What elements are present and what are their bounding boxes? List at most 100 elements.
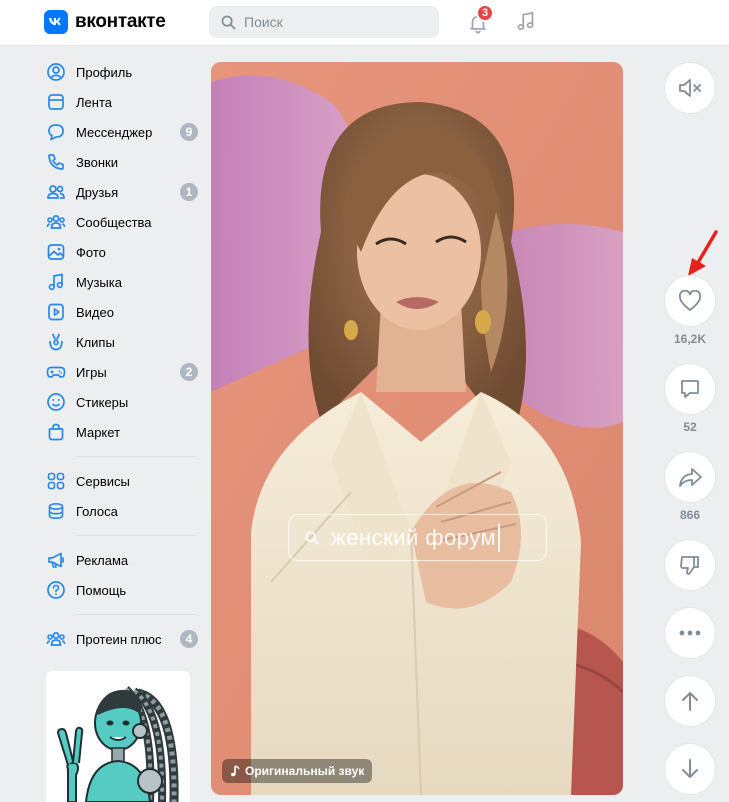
help-icon <box>46 580 66 600</box>
communities-icon <box>46 212 66 232</box>
comments-count: 52 <box>683 420 697 434</box>
search-icon <box>305 531 319 544</box>
left-sidebar: Профиль Лента Мессенджер 9 Звонки Друзья 1 Сооб… <box>44 57 198 654</box>
sidebar-item-music[interactable]: Музыка <box>44 267 196 297</box>
likes-count: 16,2K <box>673 332 707 346</box>
robot-girl-sticker <box>56 686 179 802</box>
sidebar-item-friends[interactable]: Друзья 1 <box>44 177 198 207</box>
sidebar-item-smile[interactable]: Стикеры <box>44 387 196 417</box>
sidebar-item-label: Друзья <box>76 184 119 200</box>
share-arrow-icon <box>679 468 702 487</box>
vk-logo-icon <box>44 10 68 34</box>
sidebar-item-label: Голоса <box>76 503 118 519</box>
notification-badge: 3 <box>476 4 494 22</box>
sidebar-item-label: Помощь <box>76 582 127 598</box>
video-icon <box>46 302 66 322</box>
search-placeholder: Поиск <box>244 14 283 30</box>
more-dots-icon <box>679 630 701 636</box>
original-sound-chip[interactable]: Оригинальный звук <box>222 759 373 783</box>
clips-icon <box>46 332 66 352</box>
mute-button[interactable] <box>665 63 715 113</box>
gamepad-icon <box>46 362 66 382</box>
sidebar-divider <box>76 535 196 536</box>
sidebar-item-label: Маркет <box>76 424 121 440</box>
previous-clip-button[interactable] <box>665 676 715 726</box>
music-note-icon <box>230 765 240 777</box>
arrow-up-icon <box>682 692 698 711</box>
text-caret <box>498 523 501 552</box>
overlay-search-text: женский форум <box>331 524 497 550</box>
vk-logo[interactable]: вконтакте <box>44 10 166 34</box>
sidebar-item-communities[interactable]: Протеин плюс 4 <box>44 624 198 654</box>
sidebar-item-label: Игры <box>76 364 107 380</box>
sidebar-item-video[interactable]: Видео <box>44 297 196 327</box>
sidebar-item-label: Музыка <box>76 274 122 290</box>
logo-text: вконтакте <box>75 11 166 32</box>
like-button[interactable] <box>665 276 715 326</box>
next-clip-button[interactable] <box>665 744 715 794</box>
megaphone-icon <box>46 550 66 570</box>
sidebar-item-photo[interactable]: Фото <box>44 237 196 267</box>
sidebar-item-communities[interactable]: Сообщества <box>44 207 196 237</box>
coins-icon <box>46 501 66 521</box>
phone-icon <box>46 152 66 172</box>
bag-icon <box>46 422 66 442</box>
sidebar-item-help[interactable]: Помощь <box>44 575 196 605</box>
sidebar-item-services[interactable]: Сервисы <box>44 466 196 496</box>
sidebar-item-clips[interactable]: Клипы <box>44 327 196 357</box>
sidebar-item-label: Мессенджер <box>76 124 153 140</box>
counter-badge: 9 <box>180 123 198 141</box>
sidebar-item-bag[interactable]: Маркет <box>44 417 196 447</box>
sidebar-item-label: Лента <box>76 94 112 110</box>
sidebar-item-label: Фото <box>76 244 106 260</box>
red-annotation-arrow <box>688 230 718 276</box>
counter-badge: 4 <box>180 630 198 648</box>
sidebar-divider <box>76 614 196 615</box>
music-icon <box>46 272 66 292</box>
counter-badge: 1 <box>180 183 198 201</box>
sidebar-item-feed[interactable]: Лента <box>44 87 196 117</box>
smile-icon <box>46 392 66 412</box>
sidebar-item-label: Клипы <box>76 334 115 350</box>
communities-icon <box>46 629 66 649</box>
arrow-down-icon <box>682 759 698 778</box>
video-frame-image <box>211 62 623 795</box>
profile-icon <box>46 62 66 82</box>
overlay-search-box: женский форум <box>288 514 547 561</box>
messenger-icon <box>46 122 66 142</box>
shares-count: 866 <box>679 508 701 522</box>
speaker-muted-icon <box>679 79 701 97</box>
sidebar-item-phone[interactable]: Звонки <box>44 147 196 177</box>
search-icon <box>221 15 236 29</box>
sidebar-item-label: Стикеры <box>76 394 129 410</box>
sidebar-item-label: Звонки <box>76 154 118 170</box>
feed-icon <box>46 92 66 112</box>
sidebar-item-messenger[interactable]: Мессенджер 9 <box>44 117 198 147</box>
share-button[interactable] <box>665 452 715 502</box>
sidebar-item-label: Реклама <box>76 552 129 568</box>
sidebar-item-profile[interactable]: Профиль <box>44 57 196 87</box>
counter-badge: 2 <box>180 363 198 381</box>
sidebar-item-gamepad[interactable]: Игры 2 <box>44 357 198 387</box>
services-icon <box>46 471 66 491</box>
more-options-button[interactable] <box>665 608 715 658</box>
friends-icon <box>46 182 66 202</box>
sidebar-item-label: Протеин плюс <box>76 631 162 647</box>
sidebar-item-label: Сервисы <box>76 473 130 489</box>
comment-button[interactable] <box>665 364 715 414</box>
sidebar-item-label: Видео <box>76 304 114 320</box>
sidebar-item-megaphone[interactable]: Реклама <box>44 545 196 575</box>
comment-icon <box>681 380 699 398</box>
sidebar-divider <box>76 456 196 457</box>
search-input[interactable]: Поиск <box>209 6 439 38</box>
sticker-promo-card[interactable] <box>46 671 190 802</box>
photo-icon <box>46 242 66 262</box>
dislike-button[interactable] <box>665 540 715 590</box>
thumbs-down-icon <box>680 556 699 575</box>
sidebar-item-label: Профиль <box>76 64 133 80</box>
sidebar-item-coins[interactable]: Голоса <box>44 496 196 526</box>
clip-video-player[interactable]: женский форум Оригинальный звук <box>211 62 623 795</box>
sound-label: Оригинальный звук <box>245 764 365 778</box>
sidebar-item-label: Сообщества <box>76 214 152 230</box>
music-note-icon[interactable] <box>515 11 537 33</box>
